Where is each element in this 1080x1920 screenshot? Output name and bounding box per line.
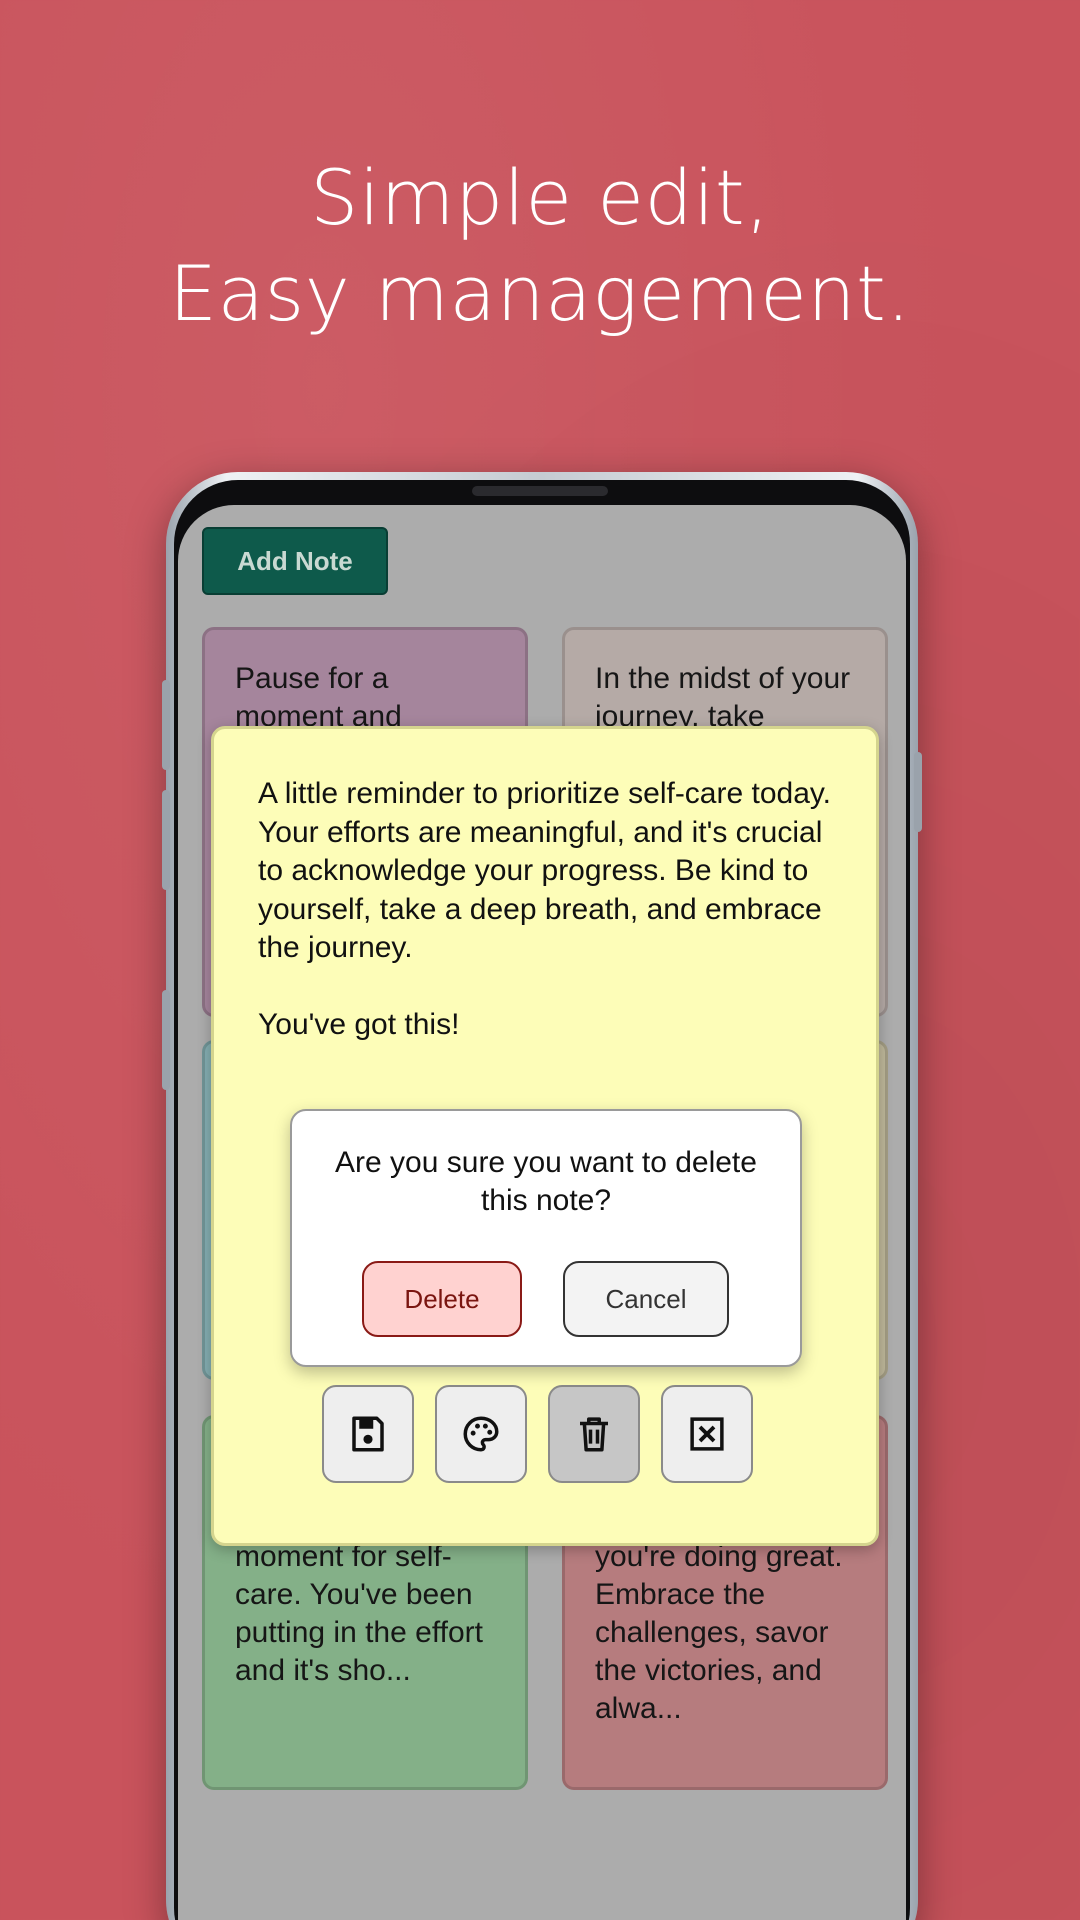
delete-button[interactable] bbox=[548, 1385, 640, 1483]
close-button[interactable] bbox=[661, 1385, 753, 1483]
confirm-delete-button[interactable]: Delete bbox=[362, 1261, 522, 1337]
volume-down-button bbox=[162, 990, 170, 1090]
headline-line-1: Simple edit, bbox=[310, 153, 770, 242]
save-icon bbox=[352, 1416, 384, 1452]
headline: Simple edit, Easy management. bbox=[0, 150, 1080, 342]
color-button[interactable] bbox=[435, 1385, 527, 1483]
add-note-button[interactable]: Add Note bbox=[202, 527, 388, 595]
cancel-button[interactable]: Cancel bbox=[563, 1261, 729, 1337]
save-button[interactable] bbox=[322, 1385, 414, 1483]
trash-icon bbox=[580, 1417, 608, 1452]
palette-icon bbox=[463, 1416, 499, 1452]
close-box-icon bbox=[690, 1417, 724, 1451]
note-text: you're doing great. Embrace the challeng… bbox=[595, 1540, 843, 1725]
note-text: moment for self-care. You've been puttin… bbox=[235, 1540, 483, 1687]
earpiece-speaker bbox=[472, 486, 608, 496]
note-text: Pause for a moment and bbox=[235, 662, 402, 733]
note-editor-text[interactable]: A little reminder to prioritize self-car… bbox=[258, 775, 848, 1045]
dialog-message: Are you sure you want to delete this not… bbox=[335, 1146, 757, 1217]
volume-button bbox=[162, 680, 170, 770]
volume-up-button bbox=[162, 790, 170, 890]
confirm-delete-dialog: Are you sure you want to delete this not… bbox=[290, 1109, 802, 1367]
power-button bbox=[914, 752, 922, 832]
note-text: In the midst of your journey, take bbox=[595, 662, 851, 733]
headline-line-2: Easy management. bbox=[169, 249, 911, 338]
